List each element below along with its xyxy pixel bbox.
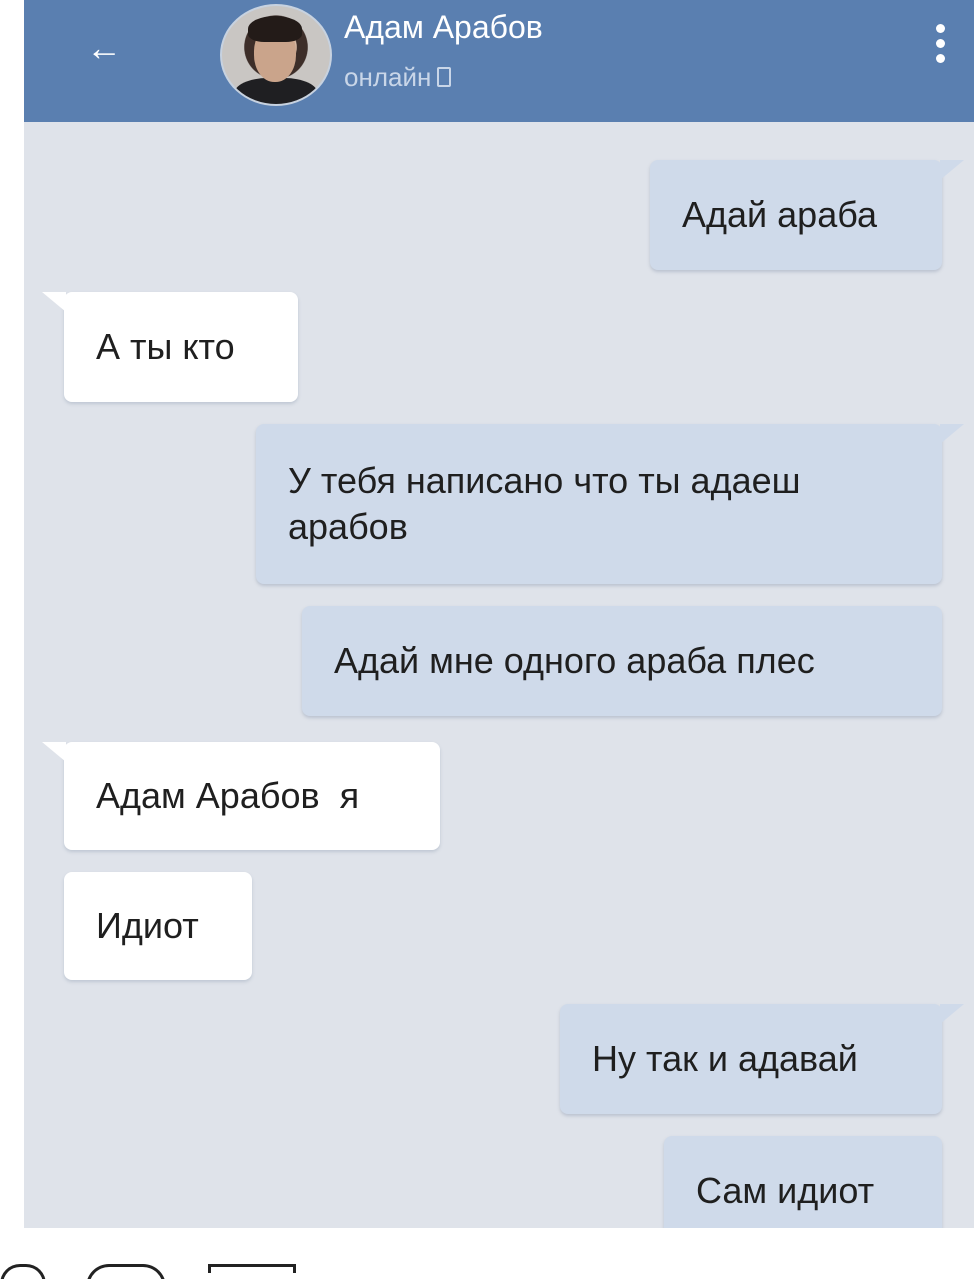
message-incoming[interactable]: Идиот — [64, 872, 252, 980]
heart-icon[interactable] — [0, 1264, 46, 1279]
message-outgoing[interactable]: Адай мне одного араба плес — [302, 606, 942, 716]
message-outgoing[interactable]: У тебя написано что ты адаеш арабов — [256, 424, 964, 584]
contact-name[interactable]: Адам Арабов — [344, 8, 543, 46]
more-options-icon[interactable] — [928, 20, 952, 74]
mobile-phone-icon — [437, 67, 452, 87]
message-outgoing[interactable]: Сам идиот — [664, 1136, 942, 1228]
message-text: А ты кто — [96, 326, 235, 367]
message-text: Адай мне одного араба плес — [334, 640, 815, 681]
message-text: У тебя написано что ты адаеш арабов — [288, 460, 801, 547]
message-text: Сам идиот — [696, 1170, 875, 1211]
message-text: Ну так и адавай — [592, 1038, 858, 1079]
message-incoming[interactable]: Адам Арабов я — [42, 742, 440, 850]
back-arrow-icon[interactable]: ← — [76, 28, 132, 68]
contact-status: онлайн — [344, 62, 452, 92]
message-text: Адам Арабов я — [96, 775, 360, 816]
message-text: Идиот — [96, 905, 199, 946]
message-text: Адай араба — [682, 194, 878, 235]
avatar-shirt — [234, 78, 318, 104]
message-outgoing[interactable]: Ну так и адавай — [560, 1004, 964, 1114]
chat-header: ← Адам Арабов онлайн — [24, 0, 974, 122]
comment-icon[interactable] — [86, 1264, 166, 1279]
status-text: онлайн — [344, 62, 432, 92]
share-icon[interactable] — [208, 1264, 296, 1273]
avatar[interactable] — [220, 4, 332, 106]
avatar-hair — [248, 16, 302, 42]
chat-window: ← Адам Арабов онлайн Адай араба А ты кто… — [24, 0, 974, 1228]
screen: ← Адам Арабов онлайн Адай араба А ты кто… — [0, 0, 974, 1279]
message-outgoing[interactable]: Адай араба — [650, 160, 964, 270]
message-incoming[interactable]: А ты кто — [42, 292, 298, 402]
bottom-toolbar — [0, 1228, 974, 1279]
